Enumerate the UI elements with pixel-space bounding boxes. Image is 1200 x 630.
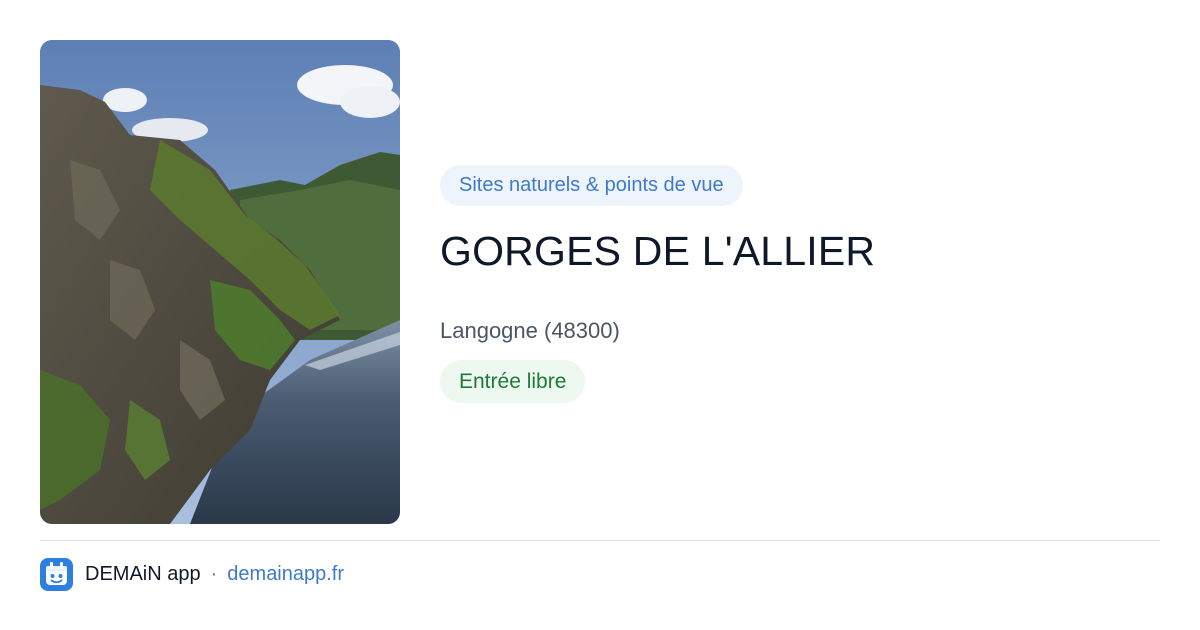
site-photo bbox=[40, 40, 400, 524]
access-badge: Entrée libre bbox=[440, 360, 586, 403]
site-info: Sites naturels & points de vue GORGES DE… bbox=[440, 165, 1160, 403]
gorge-landscape-image bbox=[40, 40, 400, 524]
share-card: Sites naturels & points de vue GORGES DE… bbox=[0, 0, 1200, 630]
footer: DEMAiN app · demainapp.fr bbox=[40, 558, 344, 591]
app-name: DEMAiN app bbox=[85, 563, 201, 585]
footer-separator: · bbox=[210, 563, 218, 585]
site-title: GORGES DE L'ALLIER bbox=[440, 228, 876, 274]
demain-app-logo-icon bbox=[40, 558, 73, 591]
app-website-link[interactable]: demainapp.fr bbox=[227, 563, 344, 586]
category-badge[interactable]: Sites naturels & points de vue bbox=[440, 165, 743, 206]
footer-divider bbox=[40, 540, 1160, 541]
site-location: Langogne (48300) bbox=[440, 318, 620, 343]
